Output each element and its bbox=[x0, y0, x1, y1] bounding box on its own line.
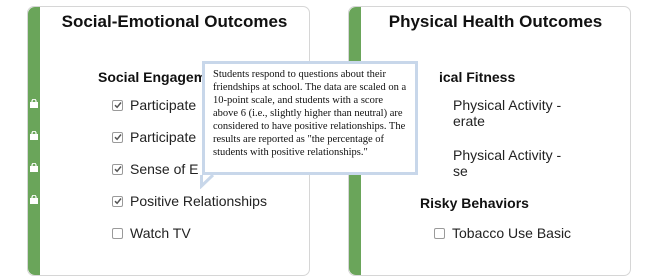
lock-icon bbox=[30, 163, 38, 172]
checkbox-label-continued: se bbox=[453, 163, 468, 179]
checkbox-row-participate-2[interactable]: Participate bbox=[112, 129, 196, 145]
checkbox-label: Physical Activity - bbox=[453, 147, 562, 163]
checkbox-row-sense-of-belonging[interactable]: Sense of E bbox=[112, 161, 199, 177]
checkbox-row-physical-activity-moderate[interactable]: Physical Activity - erate bbox=[453, 97, 561, 129]
checkbox-row-watch-tv[interactable]: Watch TV bbox=[112, 225, 191, 241]
card-accent-bar bbox=[28, 7, 40, 275]
checkbox[interactable] bbox=[112, 99, 123, 111]
checkbox-label: Participate bbox=[130, 97, 197, 113]
card-title-text: Physical Health Outcomes bbox=[388, 12, 603, 31]
tooltip-arrow bbox=[200, 175, 215, 189]
tooltip-text: Students respond to questions about thei… bbox=[213, 69, 407, 158]
checkbox[interactable] bbox=[112, 195, 123, 207]
card-title-text: Social-Emotional Outcomes bbox=[61, 12, 288, 31]
checkbox-label: Tobacco Use Basic bbox=[452, 225, 572, 241]
lock-icon bbox=[30, 131, 38, 140]
checkbox[interactable] bbox=[112, 163, 123, 175]
lock-icon bbox=[30, 99, 38, 108]
checkbox-label: Participate bbox=[130, 129, 197, 145]
section-heading-physical-fitness: ical Fitness bbox=[439, 69, 515, 85]
checkbox-row-participate-1[interactable]: Participate bbox=[112, 97, 196, 113]
checkbox-row-physical-activity-vigorous[interactable]: Physical Activity - se bbox=[453, 147, 561, 179]
checkbox-label: Sense of E bbox=[130, 161, 199, 177]
checkbox-label-continued: erate bbox=[453, 113, 485, 129]
section-heading-risky-behaviors: Risky Behaviors bbox=[420, 195, 529, 211]
card-title: Social-Emotional Outcomes bbox=[40, 11, 309, 33]
checkbox-row-tobacco-use-basic[interactable]: Tobacco Use Basic bbox=[434, 225, 571, 241]
checkbox-label: Positive Relationships bbox=[130, 193, 267, 209]
checkbox-label: Watch TV bbox=[130, 225, 191, 241]
checkbox[interactable] bbox=[112, 227, 123, 239]
lock-icon bbox=[30, 195, 38, 204]
checkbox[interactable] bbox=[434, 227, 445, 239]
checkbox-label: Physical Activity - bbox=[453, 97, 562, 113]
tooltip: Students respond to questions about thei… bbox=[202, 61, 418, 175]
checkbox-row-positive-relationships[interactable]: Positive Relationships bbox=[112, 193, 267, 209]
section-heading-text: Risky Behaviors bbox=[420, 195, 529, 211]
checkbox[interactable] bbox=[112, 131, 123, 143]
section-heading-text: ical Fitness bbox=[439, 69, 516, 85]
card-title: Physical Health Outcomes bbox=[361, 11, 630, 33]
